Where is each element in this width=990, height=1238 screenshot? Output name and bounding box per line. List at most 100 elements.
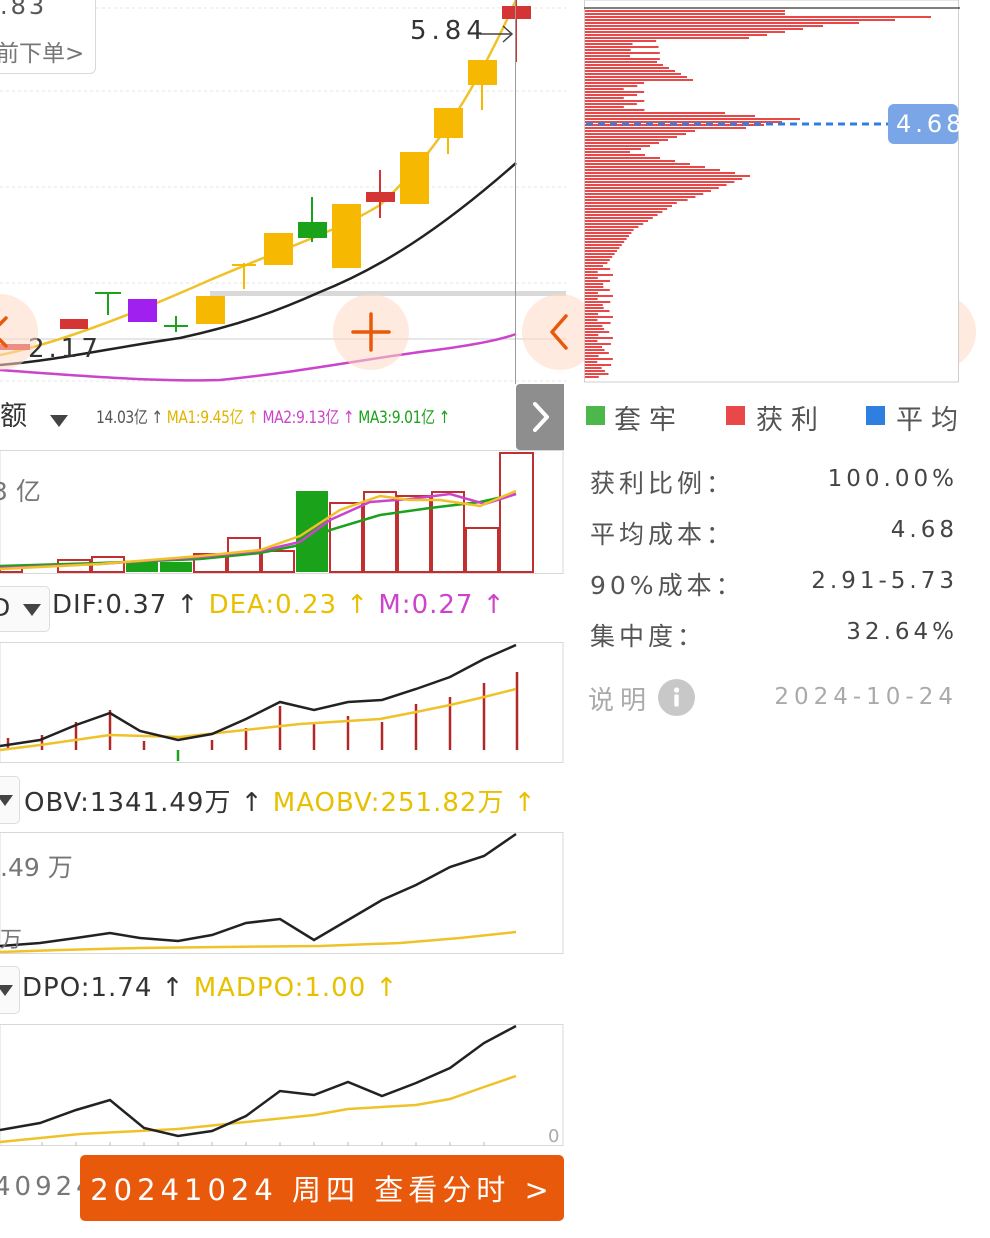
stat-label-concentration: 集中度： bbox=[590, 622, 707, 651]
chip-bar bbox=[585, 151, 630, 153]
crosshair-toggle-button[interactable] bbox=[333, 294, 409, 370]
chip-bar bbox=[585, 49, 631, 51]
price-top-value: .83 bbox=[0, 0, 48, 20]
chip-bar bbox=[585, 67, 669, 69]
chip-bar bbox=[585, 160, 675, 162]
chip-bar bbox=[585, 25, 823, 27]
price-high-label: 5.84 bbox=[410, 16, 488, 46]
order-hint-link[interactable]: 前下单> bbox=[0, 34, 84, 68]
chip-bar bbox=[585, 100, 645, 102]
chip-bar bbox=[585, 169, 720, 171]
amount-ma1: MA1:9.45亿 bbox=[166, 408, 244, 428]
chip-bar bbox=[585, 103, 637, 105]
chip-bar bbox=[585, 358, 613, 360]
chip-bar bbox=[585, 28, 803, 30]
stat-value-avg-cost: 4.68 bbox=[890, 517, 958, 543]
chevron-right-icon bbox=[533, 402, 549, 432]
chip-bar bbox=[585, 61, 657, 63]
macd-dif: DIF:0.37 bbox=[52, 590, 168, 620]
legend-avg-swatch bbox=[866, 406, 885, 425]
chip-bar bbox=[585, 355, 599, 357]
chip-bar bbox=[585, 127, 746, 129]
chip-bar bbox=[585, 193, 704, 195]
chip-bar bbox=[585, 235, 629, 237]
view-intraday-button[interactable]: 20241024 周四 查看分时 > bbox=[80, 1155, 564, 1221]
chip-bar bbox=[585, 37, 749, 39]
chip-bar bbox=[585, 199, 688, 201]
amount-indicators: 14.03亿 ↑ MA1:9.45亿 ↑ MA2:9.13亿 ↑ MA3:9.0… bbox=[96, 408, 450, 428]
collapse-panel-button[interactable] bbox=[516, 384, 564, 450]
chip-bar bbox=[585, 196, 696, 198]
dpo-axis-zero: 0 bbox=[548, 1126, 560, 1147]
legend-profit-swatch bbox=[726, 406, 745, 425]
chip-bar bbox=[585, 328, 605, 330]
obv-selector[interactable] bbox=[0, 776, 20, 824]
chip-bar bbox=[585, 214, 658, 216]
chip-bar bbox=[585, 286, 604, 288]
chip-bar bbox=[585, 115, 755, 117]
chip-bar bbox=[585, 253, 615, 255]
chip-bar bbox=[585, 208, 668, 210]
chip-bar bbox=[585, 352, 609, 354]
note-label[interactable]: 说明 bbox=[588, 680, 652, 717]
chip-bar bbox=[585, 244, 622, 246]
chip-bar bbox=[585, 205, 672, 207]
chip-bar bbox=[585, 307, 604, 309]
macd-chart bbox=[0, 642, 564, 763]
chip-bar bbox=[585, 190, 711, 192]
chip-bar bbox=[585, 130, 695, 132]
chip-bar bbox=[585, 172, 735, 174]
chip-bar bbox=[585, 316, 613, 318]
chip-bar bbox=[585, 109, 645, 111]
chip-bar bbox=[585, 340, 598, 342]
chip-bar bbox=[585, 319, 598, 321]
chip-bar bbox=[585, 241, 625, 243]
avg-price-tag-text: 4.68 bbox=[896, 110, 966, 138]
dpo-value: DPO:1.74 bbox=[22, 973, 153, 1003]
chip-bar bbox=[585, 256, 613, 258]
chip-bar bbox=[585, 187, 719, 189]
chip-bar bbox=[585, 367, 602, 369]
macd-selector[interactable]: D bbox=[0, 586, 50, 632]
amount-chart bbox=[0, 450, 564, 574]
chip-bar bbox=[585, 304, 603, 306]
chip-bar bbox=[585, 40, 657, 42]
chip-bar bbox=[585, 313, 599, 315]
dpo-chart bbox=[0, 1024, 564, 1146]
chip-bar bbox=[585, 31, 785, 33]
chip-bar bbox=[585, 58, 660, 60]
chip-bar bbox=[585, 16, 931, 18]
legend-loss-label: 套牢 bbox=[614, 405, 684, 436]
chip-bar bbox=[585, 292, 598, 294]
chip-bar bbox=[585, 370, 605, 372]
chip-bar bbox=[585, 220, 648, 222]
chip-bar bbox=[585, 70, 675, 72]
chip-bar bbox=[585, 178, 743, 180]
amount-selector[interactable]: 额 bbox=[0, 394, 69, 438]
stat-label-90-cost: 90%成本： bbox=[590, 571, 745, 600]
chip-distribution-chart bbox=[584, 0, 960, 383]
chip-bar bbox=[585, 238, 627, 240]
chip-bar bbox=[585, 280, 610, 282]
chip-bar bbox=[585, 250, 617, 252]
chip-bar bbox=[585, 55, 631, 57]
chip-bar bbox=[585, 301, 611, 303]
chip-bar bbox=[585, 373, 609, 375]
stat-label-profit-ratio: 获利比例： bbox=[590, 469, 736, 498]
chip-bar bbox=[585, 223, 644, 225]
chip-bar bbox=[585, 148, 641, 150]
chip-bar bbox=[585, 217, 653, 219]
pan-left-button[interactable] bbox=[0, 294, 38, 370]
chip-bar bbox=[585, 181, 735, 183]
chip-bar bbox=[585, 46, 659, 48]
dpo-selector[interactable] bbox=[0, 966, 20, 1014]
stat-label-avg-cost: 平均成本： bbox=[590, 520, 736, 549]
chip-bar bbox=[585, 298, 598, 300]
chip-bar bbox=[585, 76, 687, 78]
chip-bar bbox=[585, 271, 598, 273]
chip-bar bbox=[585, 211, 663, 213]
madpo-value: MADPO:1.00 bbox=[193, 973, 367, 1003]
chip-bar bbox=[585, 334, 599, 336]
chip-bar bbox=[585, 331, 610, 333]
info-icon[interactable] bbox=[658, 679, 695, 716]
